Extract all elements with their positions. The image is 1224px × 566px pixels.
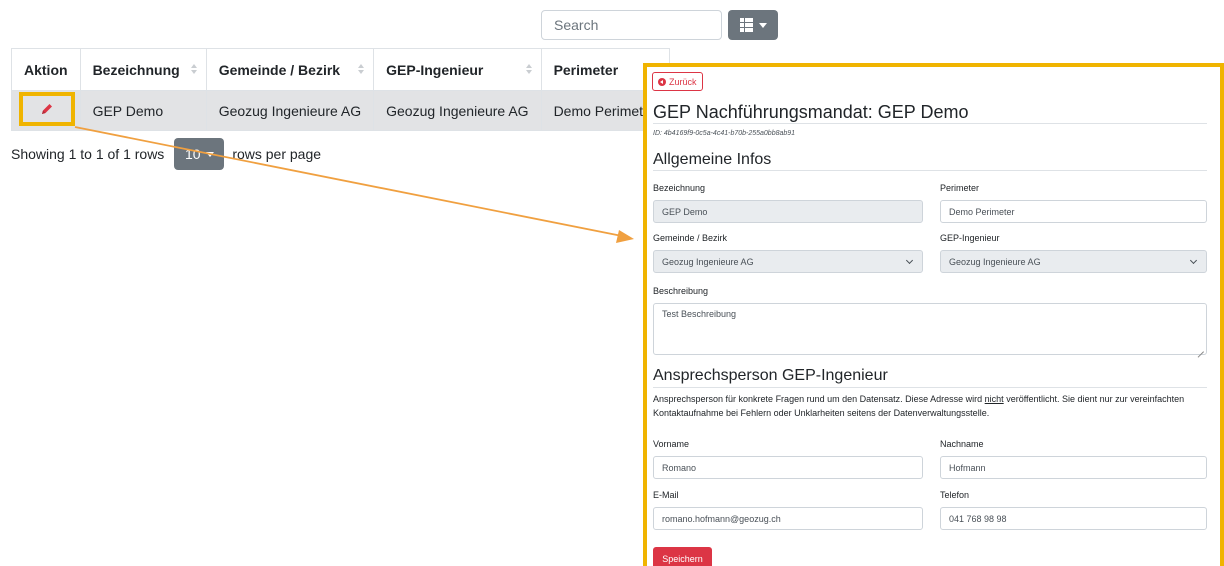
cell-ingenieur: Geozug Ingenieure AG	[373, 90, 542, 131]
bezeichnung-field[interactable]: GEP Demo	[653, 200, 923, 223]
record-id: ID: 4b4169f9-0c5a-4c41-b70b-255a0bb8ab91	[653, 130, 796, 137]
table-header-row: Aktion Bezeichnung Gemeinde / Bezirk GEP…	[11, 48, 671, 91]
cell-gemeinde: Geozug Ingenieure AG	[205, 90, 375, 131]
arrow-left-icon	[658, 77, 666, 86]
ingenieur-select[interactable]: Geozug Ingenieure AG	[940, 250, 1207, 273]
columns-toggle-button[interactable]	[728, 10, 778, 40]
pencil-icon	[42, 104, 52, 114]
save-button[interactable]: Speichern	[653, 547, 712, 566]
form-title: GEP Nachführungsmandat: GEP Demo	[653, 102, 969, 122]
email-value: romano.hofmann@geozug.ch	[662, 513, 781, 524]
column-header-aktion: Aktion	[11, 48, 81, 91]
email-label: E-Mail	[653, 490, 679, 500]
table-row: GEP Demo Geozug Ingenieure AG Geozug Ing…	[11, 90, 671, 131]
caret-down-icon	[758, 22, 767, 28]
edit-button[interactable]	[19, 92, 75, 126]
data-table: Aktion Bezeichnung Gemeinde / Bezirk GEP…	[11, 48, 671, 131]
bezeichnung-value: GEP Demo	[662, 206, 708, 217]
vorname-value: Romano	[662, 462, 697, 473]
nachname-value: Hofmann	[949, 462, 986, 473]
rows-per-page-label: rows per page	[232, 146, 322, 162]
chevron-down-icon	[1189, 256, 1198, 264]
pagination-summary: Showing 1 to 1 of 1 rows	[11, 146, 165, 162]
gemeinde-select[interactable]: Geozug Ingenieure AG	[653, 250, 923, 273]
back-label: Zurück	[669, 76, 697, 87]
page-size-value: 10	[185, 146, 201, 162]
email-field[interactable]: romano.hofmann@geozug.ch	[653, 507, 923, 530]
telefon-field[interactable]: 041 768 98 98	[940, 507, 1207, 530]
perimeter-label: Perimeter	[940, 183, 980, 193]
resize-handle-icon[interactable]	[1198, 346, 1204, 352]
ingenieur-label: GEP-Ingenieur	[940, 233, 1000, 243]
edit-form-panel: Zurück GEP Nachführungsmandat: GEP Demo …	[643, 63, 1224, 566]
pagination: Showing 1 to 1 of 1 rows 10 rows per pag…	[11, 138, 321, 170]
section-heading-general: Allgemeine Infos	[653, 151, 772, 168]
section-heading-contact: Ansprechsperson GEP-Ingenieur	[653, 367, 888, 384]
vorname-field[interactable]: Romano	[653, 456, 923, 479]
gemeinde-label: Gemeinde / Bezirk	[653, 233, 728, 243]
divider	[653, 123, 1207, 124]
beschreibung-textarea[interactable]: Test Beschreibung	[653, 303, 1207, 355]
sort-icon	[358, 64, 365, 74]
nachname-label: Nachname	[940, 439, 984, 449]
beschreibung-value: Test Beschreibung	[662, 309, 737, 319]
search-input[interactable]	[541, 10, 722, 40]
contact-help-text: Ansprechsperson für konkrete Fragen rund…	[653, 394, 1185, 418]
emphasis-text: nicht	[984, 394, 1004, 404]
telefon-label: Telefon	[940, 490, 970, 500]
telefon-value: 041 768 98 98	[949, 513, 1007, 524]
back-button[interactable]: Zurück	[652, 72, 703, 91]
caret-down-icon	[205, 151, 214, 157]
vorname-label: Vorname	[653, 439, 690, 449]
column-header-bezeichnung[interactable]: Bezeichnung	[79, 48, 207, 91]
grid-icon	[739, 18, 753, 32]
bezeichnung-label: Bezeichnung	[653, 183, 706, 193]
chevron-down-icon	[905, 256, 914, 264]
nachname-field[interactable]: Hofmann	[940, 456, 1207, 479]
sort-icon	[526, 64, 533, 74]
perimeter-value: Demo Perimeter	[949, 206, 1015, 217]
beschreibung-label: Beschreibung	[653, 286, 709, 296]
gemeinde-value: Geozug Ingenieure AG	[662, 256, 754, 267]
perimeter-field[interactable]: Demo Perimeter	[940, 200, 1207, 223]
ingenieur-value: Geozug Ingenieure AG	[949, 256, 1041, 267]
cell-bezeichnung: GEP Demo	[79, 90, 207, 131]
page-size-dropdown[interactable]: 10	[174, 138, 225, 170]
sort-icon	[191, 64, 198, 74]
column-header-gemeinde[interactable]: Gemeinde / Bezirk	[205, 48, 375, 91]
column-header-ingenieur[interactable]: GEP-Ingenieur	[373, 48, 542, 91]
divider	[653, 387, 1207, 388]
divider	[653, 170, 1207, 171]
